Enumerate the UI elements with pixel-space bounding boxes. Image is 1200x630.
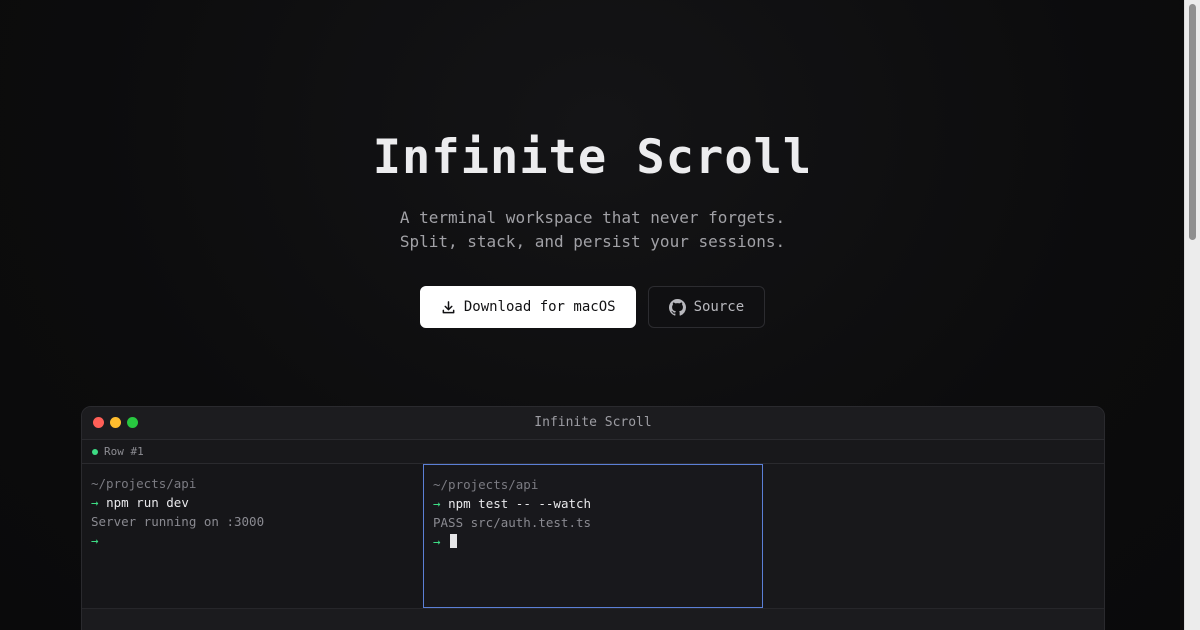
row-label: Row #1 [104, 445, 144, 458]
scrollbar-thumb[interactable] [1189, 4, 1196, 240]
terminal-pane-2-focused[interactable]: ~/projects/api → npm test -- --watch PAS… [423, 464, 763, 608]
prompt-arrow-icon: → [433, 534, 441, 549]
pane-path: ~/projects/api [91, 476, 197, 491]
row-status-dot-icon [92, 448, 98, 455]
pane-output: Server running on :3000 [91, 514, 265, 529]
download-icon [441, 300, 456, 315]
pane-command: npm test -- --watch [448, 496, 592, 511]
pane-command: npm run dev [106, 495, 189, 510]
prompt-arrow-icon: → [91, 533, 99, 548]
terminal-window-preview: Infinite Scroll Row #1 ~/projects/api → … [81, 406, 1105, 630]
next-row-strip [82, 608, 1104, 630]
download-button-label: Download for macOS [463, 299, 616, 315]
prompt-arrow-icon: → [433, 496, 441, 511]
hero-subtitle: A terminal workspace that never forgets.… [0, 206, 1185, 254]
hero-subtitle-line-2: Split, stack, and persist your sessions. [399, 232, 786, 251]
hero-subtitle-line-1: A terminal workspace that never forgets. [399, 208, 786, 227]
window-titlebar: Infinite Scroll [82, 407, 1104, 440]
github-icon [668, 298, 686, 316]
hero-section: Infinite Scroll A terminal workspace tha… [0, 128, 1185, 328]
prompt-arrow-icon: → [91, 495, 99, 510]
pane-path: ~/projects/api [433, 477, 539, 492]
terminal-pane-1[interactable]: ~/projects/api → npm run dev Server runn… [82, 464, 423, 608]
landing-page: Infinite Scroll A terminal workspace tha… [0, 0, 1200, 630]
terminal-panes: ~/projects/api → npm run dev Server runn… [82, 464, 1104, 608]
page-scrollbar[interactable] [1184, 0, 1200, 630]
text-cursor [450, 534, 458, 548]
window-title: Infinite Scroll [534, 415, 652, 430]
download-button[interactable]: Download for macOS [419, 286, 636, 328]
row-header[interactable]: Row #1 [82, 440, 1104, 464]
hero-title: Infinite Scroll [372, 130, 813, 185]
source-button[interactable]: Source [647, 286, 766, 328]
hero-actions: Download for macOS Source [0, 286, 1185, 328]
pane-output: PASS src/auth.test.ts [433, 515, 592, 530]
source-button-label: Source [693, 299, 745, 315]
